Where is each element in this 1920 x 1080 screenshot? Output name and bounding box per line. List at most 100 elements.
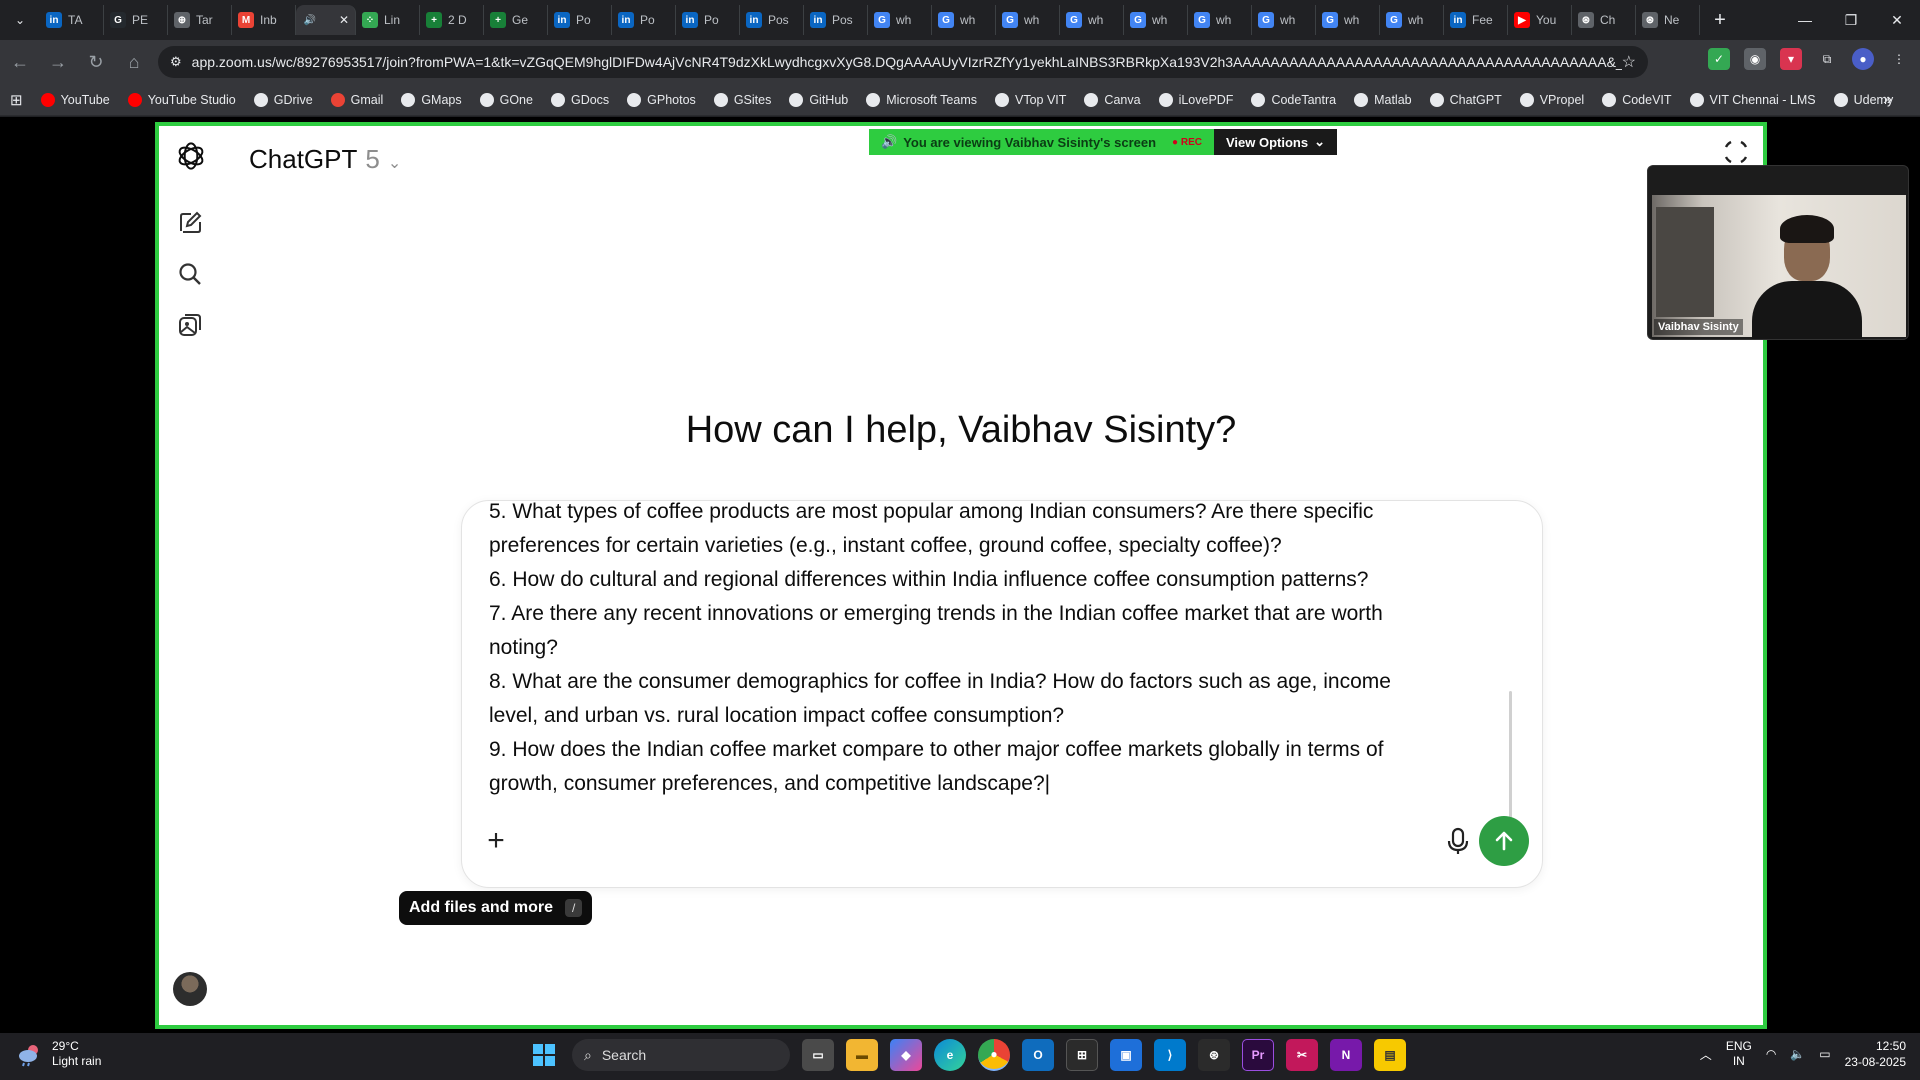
task-view-icon[interactable]: ▭ — [802, 1039, 834, 1071]
prompt-textarea[interactable]: 5. What types of coffee products are mos… — [489, 501, 1489, 801]
bookmark-item[interactable]: GPhotos — [627, 92, 696, 107]
browser-tab[interactable]: + Ge — [484, 5, 548, 35]
chatgpt-app-icon[interactable]: ⊛ — [1198, 1039, 1230, 1071]
bookmark-item[interactable]: GitHub — [789, 92, 848, 107]
bookmark-item[interactable]: iLovePDF — [1158, 92, 1233, 107]
home-button[interactable]: ⌂ — [116, 44, 152, 80]
new-chat-icon[interactable] — [177, 210, 203, 236]
premiere-pro-icon[interactable]: Pr — [1242, 1039, 1274, 1071]
edge-icon[interactable]: e — [934, 1039, 966, 1071]
remote-desktop-icon[interactable]: ▣ — [1110, 1039, 1142, 1071]
participant-video[interactable]: Vaibhav Sisinty — [1647, 165, 1909, 340]
shield-extension-icon[interactable]: ✓ — [1708, 48, 1730, 70]
forward-button[interactable]: → — [40, 44, 76, 80]
bookmark-item[interactable]: Microsoft Teams — [866, 92, 977, 107]
library-icon[interactable] — [177, 312, 203, 338]
restore-button[interactable]: ❐ — [1828, 0, 1874, 40]
back-button[interactable]: ← — [2, 44, 38, 80]
outlook-icon[interactable]: O — [1022, 1039, 1054, 1071]
sticky-notes-icon[interactable]: ▤ — [1374, 1039, 1406, 1071]
bookmark-item[interactable]: VTop VIT — [995, 92, 1066, 107]
add-files-button[interactable]: + — [478, 823, 514, 859]
browser-tab[interactable]: in Pos — [804, 5, 868, 35]
browser-tab[interactable]: G PE — [104, 5, 168, 35]
browser-tab[interactable]: Gwh — [932, 5, 996, 35]
chevron-up-icon[interactable]: ︿ — [1700, 1046, 1712, 1063]
search-chats-icon[interactable] — [177, 261, 203, 287]
browser-tab[interactable]: in Po — [676, 5, 740, 35]
browser-tab[interactable]: +2 D — [420, 5, 484, 35]
onenote-icon[interactable]: N — [1330, 1039, 1362, 1071]
copilot-icon[interactable]: ◆ — [890, 1039, 922, 1071]
browser-tab[interactable]: Gwh — [1060, 5, 1124, 35]
bookmark-item[interactable]: Canva — [1084, 92, 1141, 107]
browser-tab[interactable]: 🔊 ✕ — [296, 5, 356, 35]
file-explorer-icon[interactable]: ▬ — [846, 1039, 878, 1071]
pocket-extension-icon[interactable]: ▾ — [1780, 48, 1802, 70]
camera-extension-icon[interactable]: ◉ — [1744, 48, 1766, 70]
composer-scrollbar[interactable] — [1509, 691, 1512, 821]
weather-widget[interactable]: 29°C Light rain — [16, 1039, 101, 1069]
bookmark-item[interactable]: Gmail — [330, 92, 383, 107]
browser-tab[interactable]: Gwh — [1316, 5, 1380, 35]
bookmark-item[interactable]: Matlab — [1354, 92, 1412, 107]
browser-tab[interactable]: Gwh — [1252, 5, 1316, 35]
bookmark-item[interactable]: VIT Chennai - LMS — [1689, 92, 1816, 107]
browser-tab[interactable]: in TA — [40, 5, 104, 35]
battery-icon[interactable]: ▭ — [1819, 1047, 1830, 1061]
user-avatar[interactable] — [173, 972, 207, 1006]
view-options-button[interactable]: View Options ⌄ — [1214, 129, 1338, 155]
browser-tab[interactable]: in Po — [612, 5, 676, 35]
url-text[interactable]: app.zoom.us/wc/89276953517/join?fromPWA=… — [192, 54, 1622, 70]
bookmarks-overflow-icon[interactable]: » — [1883, 91, 1892, 109]
browser-tab[interactable]: ⊛ Ch — [1572, 5, 1636, 35]
bookmark-item[interactable]: GOne — [479, 92, 533, 107]
microphone-icon[interactable] — [1440, 823, 1476, 859]
wifi-icon[interactable]: ◠ — [1766, 1047, 1776, 1061]
close-tab-icon[interactable]: ✕ — [339, 13, 349, 27]
store-icon[interactable]: ⊞ — [1066, 1039, 1098, 1071]
language-indicator[interactable]: ENG IN — [1726, 1039, 1752, 1069]
model-selector[interactable]: ChatGPT 5 ⌄ — [249, 144, 401, 175]
send-button[interactable] — [1479, 816, 1529, 866]
bookmark-item[interactable]: YouTube Studio — [127, 92, 236, 107]
taskbar-search[interactable]: ⌕ Search — [572, 1039, 790, 1071]
tab-search-menu-icon[interactable]: ⌄ — [0, 0, 40, 40]
chatgpt-logo-icon[interactable] — [173, 138, 209, 174]
browser-tab[interactable]: in Pos — [740, 5, 804, 35]
bookmark-item[interactable]: CodeTantra — [1251, 92, 1336, 107]
bookmark-item[interactable]: GDocs — [550, 92, 609, 107]
prompt-composer[interactable]: 5. What types of coffee products are mos… — [461, 500, 1543, 888]
bookmark-star-icon[interactable]: ☆ — [1622, 52, 1636, 72]
browser-menu-icon[interactable]: ⋮ — [1888, 48, 1910, 70]
close-window-button[interactable]: ✕ — [1874, 0, 1920, 40]
address-bar[interactable]: ⚙ app.zoom.us/wc/89276953517/join?fromPW… — [158, 46, 1648, 78]
browser-tab[interactable]: ⁘ Lin — [356, 5, 420, 35]
reload-button[interactable]: ↻ — [78, 44, 114, 80]
browser-tab[interactable]: Gwh — [1188, 5, 1252, 35]
bookmark-item[interactable]: GDrive — [253, 92, 313, 107]
browser-tab[interactable]: in Fee — [1444, 5, 1508, 35]
browser-tab[interactable]: ▶ You — [1508, 5, 1572, 35]
profile-avatar-icon[interactable]: ● — [1852, 48, 1874, 70]
browser-tab[interactable]: Gwh — [996, 5, 1060, 35]
browser-tab[interactable]: ⊕ Tar — [168, 5, 232, 35]
browser-tab[interactable]: M Inb — [232, 5, 296, 35]
bookmark-item[interactable]: ChatGPT — [1429, 92, 1502, 107]
extensions-puzzle-icon[interactable]: ⧉ — [1816, 48, 1838, 70]
browser-tab[interactable]: Gwh — [1380, 5, 1444, 35]
fullscreen-icon[interactable] — [1722, 138, 1750, 166]
bookmark-item[interactable]: CodeVIT — [1602, 92, 1672, 107]
windows-start-icon[interactable] — [528, 1039, 560, 1071]
bookmark-item[interactable]: VPropel — [1519, 92, 1584, 107]
system-clock[interactable]: 12:50 23-08-2025 — [1845, 1038, 1906, 1070]
snipping-tool-icon[interactable]: ✂ — [1286, 1039, 1318, 1071]
chrome-icon[interactable]: ● — [978, 1039, 1010, 1071]
apps-grid-icon[interactable]: ⊞ — [10, 91, 23, 109]
site-info-icon[interactable]: ⚙ — [170, 54, 182, 70]
bookmark-item[interactable]: GSites — [713, 92, 771, 107]
browser-tab[interactable]: Gwh — [868, 5, 932, 35]
vscode-icon[interactable]: ⟩ — [1154, 1039, 1186, 1071]
bookmark-item[interactable]: YouTube — [40, 92, 110, 107]
bookmark-item[interactable]: GMaps — [401, 92, 462, 107]
